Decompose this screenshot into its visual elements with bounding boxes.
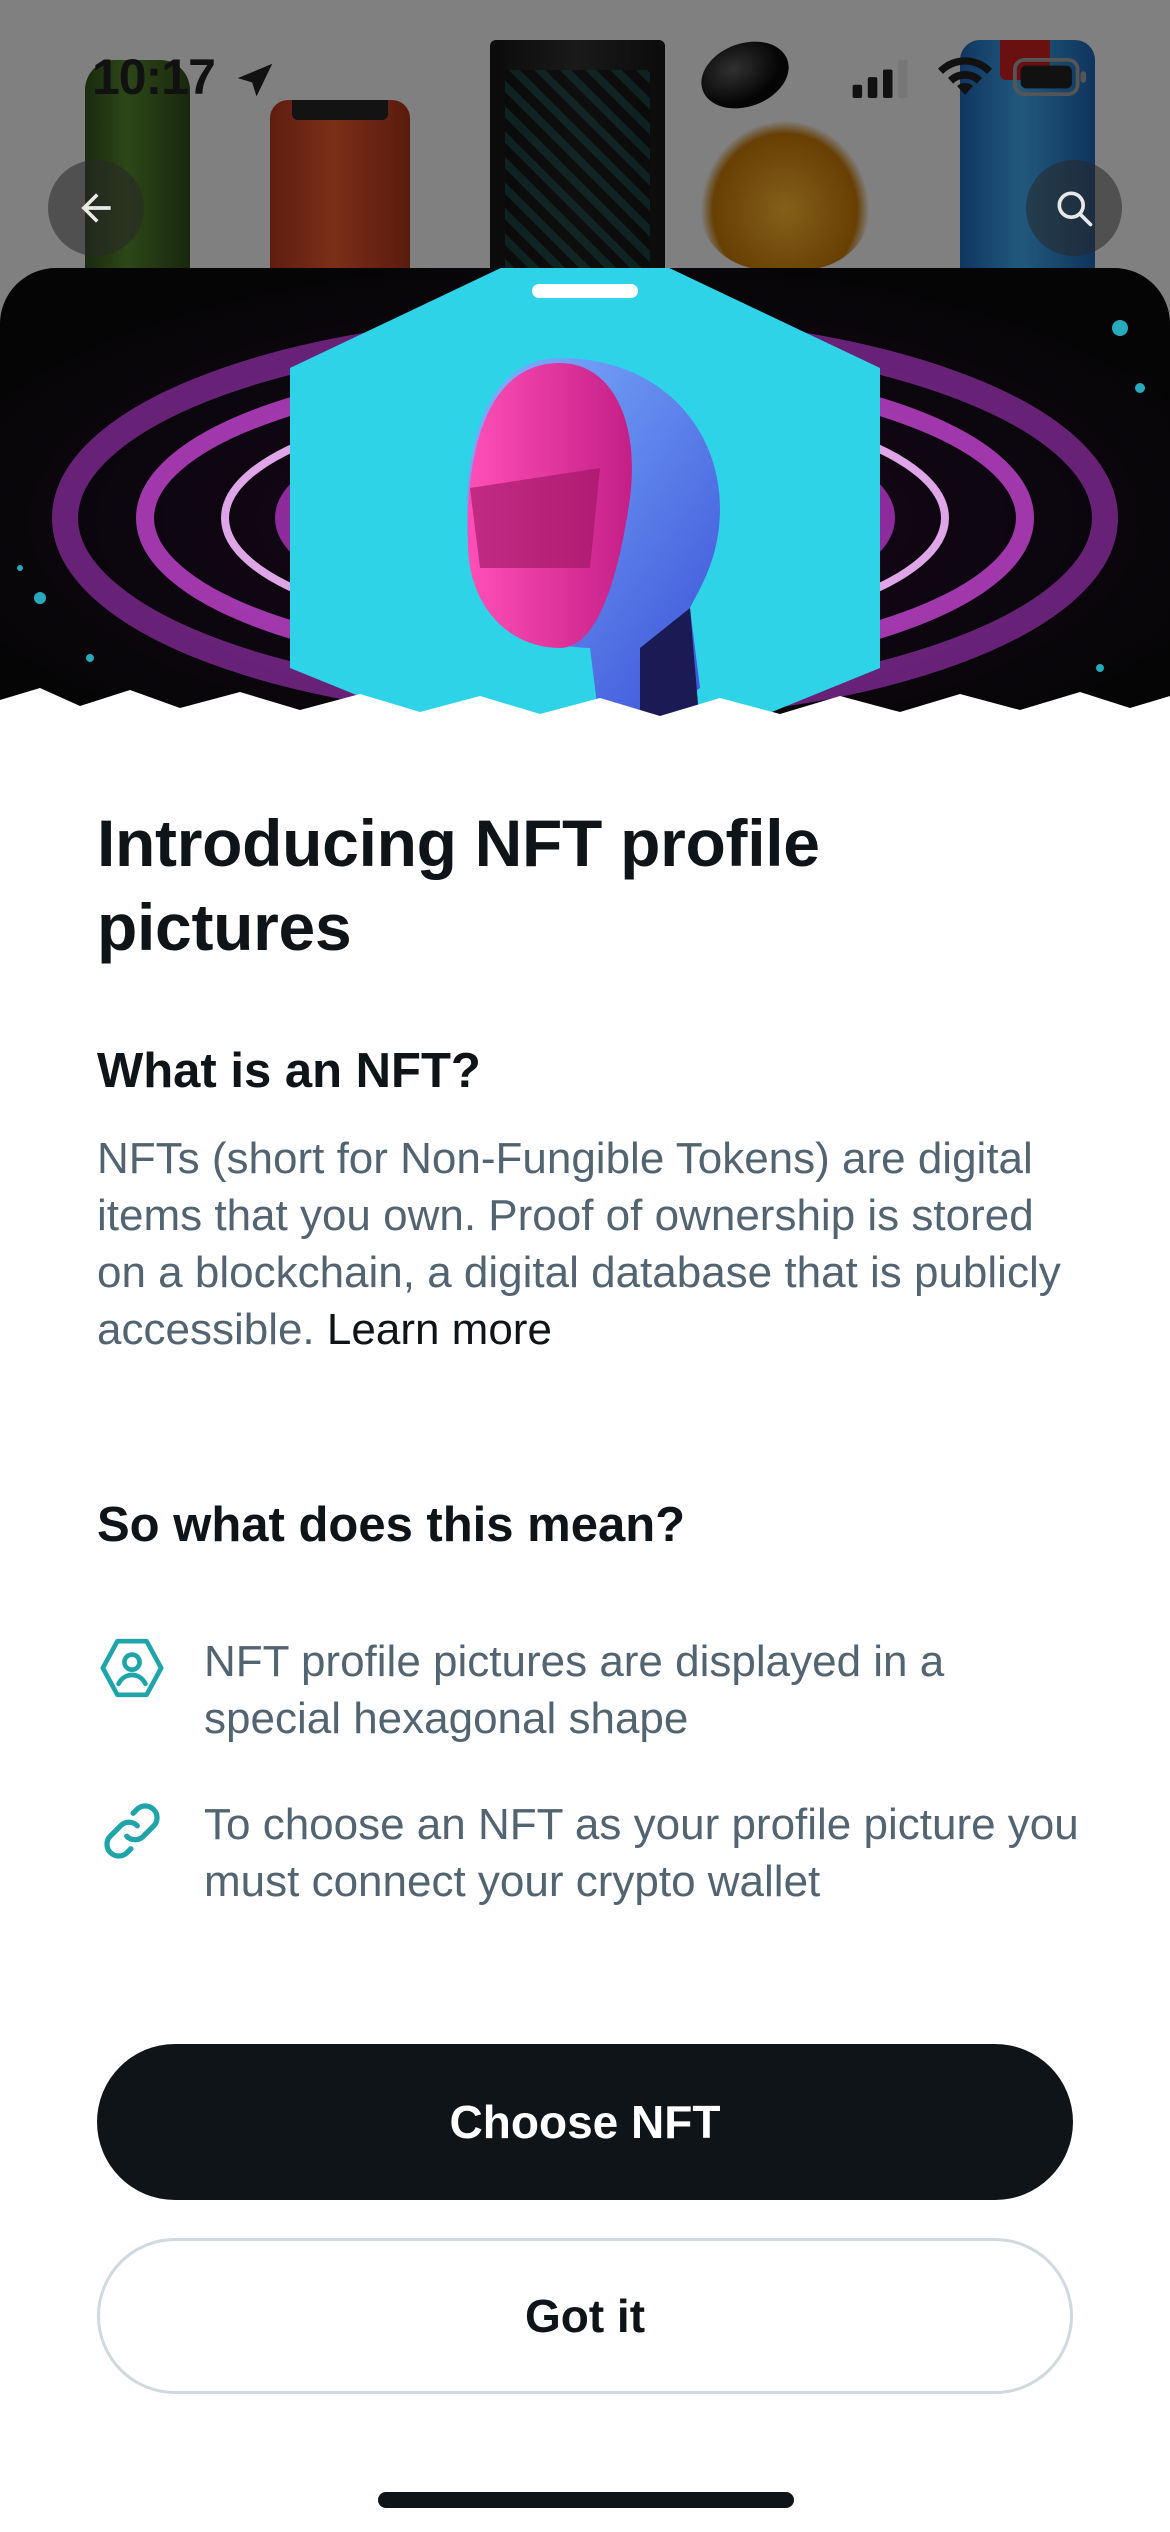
section-heading-meaning: So what does this mean? (97, 1498, 686, 1552)
cellular-signal-icon (852, 60, 908, 98)
arrow-left-icon (81, 193, 111, 223)
learn-more-link[interactable]: Learn more (327, 1305, 552, 1354)
nft-description-text: NFTs (short for Non-Fungible Tokens) are… (97, 1134, 1061, 1354)
link-icon (104, 1803, 160, 1859)
battery-icon (1013, 58, 1087, 96)
sheet-grabber[interactable] (532, 284, 638, 298)
feature-text: To choose an NFT as your profile picture… (204, 1800, 1079, 1906)
choose-nft-button[interactable]: Choose NFT (97, 2044, 1073, 2200)
wifi-icon (938, 57, 992, 95)
search-button[interactable] (1026, 160, 1122, 256)
feature-text: NFT profile pictures are displayed in a … (204, 1637, 945, 1743)
status-bar: 10:17 (0, 0, 1170, 150)
sheet-title: Introducing NFT profile pictures (97, 806, 820, 964)
got-it-button[interactable]: Got it (97, 2238, 1073, 2394)
search-icon (1057, 191, 1093, 227)
hero-illustration (0, 268, 1170, 728)
back-button[interactable] (48, 160, 144, 256)
status-time: 10:17 (92, 49, 216, 105)
nft-intro-sheet: Introducing NFT profile pictures What is… (0, 268, 1170, 2532)
section-heading-what: What is an NFT? (97, 1044, 481, 1098)
hexagon-profile-icon (100, 1638, 164, 1698)
nft-head-illustration (0, 268, 1170, 728)
home-indicator[interactable] (378, 2492, 794, 2508)
nft-description: NFTs (short for Non-Fungible Tokens) are… (97, 1130, 1087, 1358)
location-arrow-icon (237, 63, 273, 97)
